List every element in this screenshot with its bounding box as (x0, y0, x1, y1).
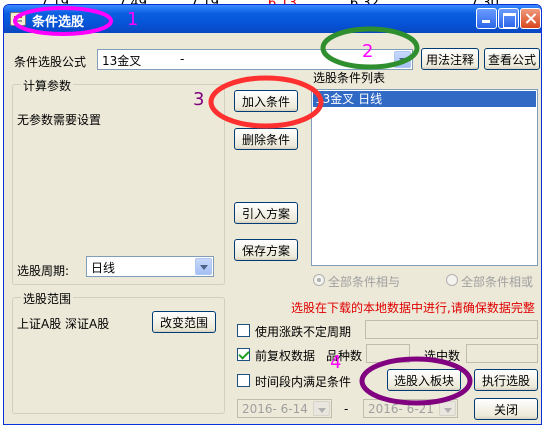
annotation-circle-3 (208, 75, 324, 129)
annotation-number: 2 (362, 41, 374, 62)
annotation-number: 4 (330, 352, 342, 373)
annotation-number: 3 (193, 89, 205, 110)
annotation-layer (13, 6, 473, 406)
annotation-circle-1 (13, 6, 113, 36)
annotation-number: 1 (127, 9, 139, 30)
annotation-circle-4 (359, 356, 473, 406)
